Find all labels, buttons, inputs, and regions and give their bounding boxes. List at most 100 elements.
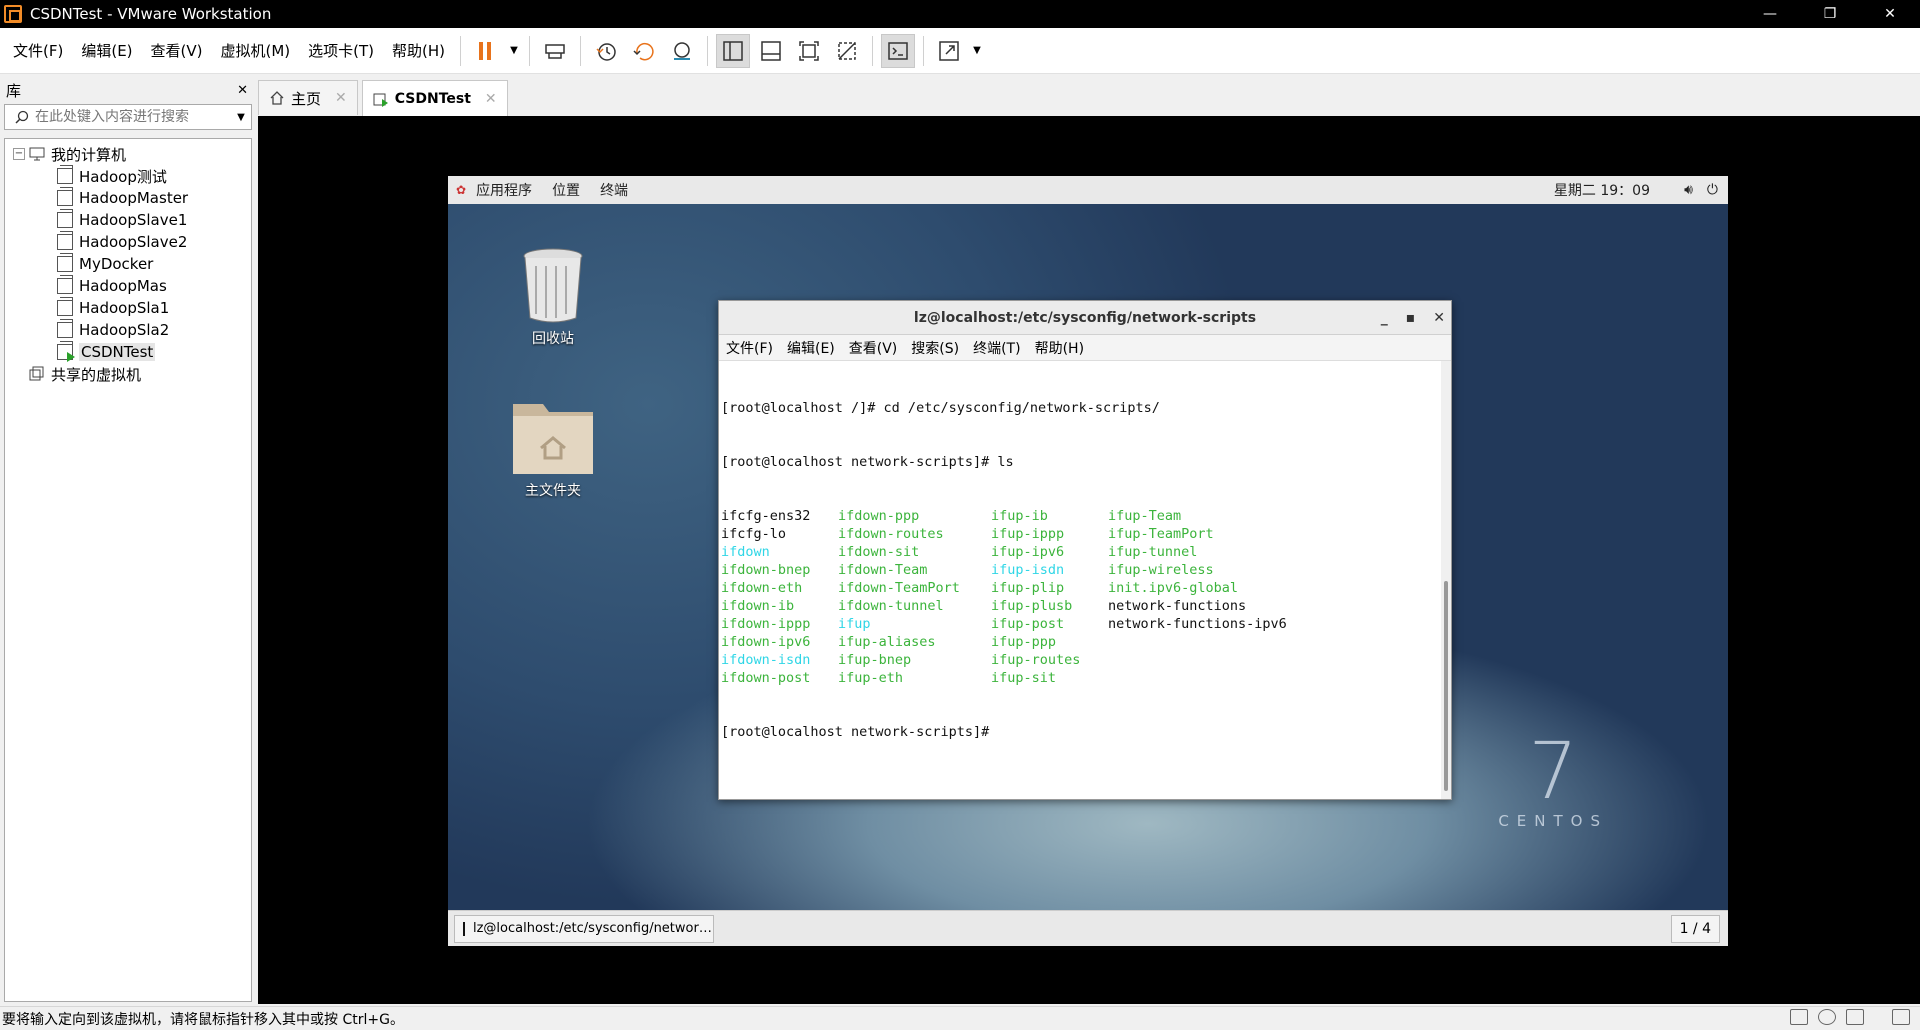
- volume-icon[interactable]: 🔊︎: [1684, 182, 1693, 198]
- snapshot-button[interactable]: [589, 34, 623, 68]
- terminal-icon: [463, 921, 465, 936]
- vm-icon: [57, 319, 73, 338]
- terminal-window[interactable]: lz@localhost:/etc/sysconfig/network-scri…: [718, 300, 1452, 800]
- power-icon[interactable]: ⏻: [1707, 182, 1718, 198]
- terminal-menu-item[interactable]: 搜索(S): [904, 338, 966, 358]
- menu-item[interactable]: 文件(F): [4, 28, 72, 74]
- library-search-input[interactable]: [35, 109, 231, 125]
- unity-button[interactable]: [830, 34, 864, 68]
- toolbar-separator: [580, 35, 582, 66]
- tree-node-vm[interactable]: HadoopSla2: [5, 319, 251, 341]
- ls-entry: ifup-ppp: [991, 634, 1057, 650]
- tree-node-vm[interactable]: HadoopSla1: [5, 297, 251, 319]
- terminal-maximize-button[interactable]: ▪: [1406, 310, 1416, 326]
- chevron-down-icon[interactable]: ▼: [231, 112, 251, 123]
- close-button[interactable]: ✕: [1860, 0, 1920, 28]
- terminal-titlebar[interactable]: lz@localhost:/etc/sysconfig/network-scri…: [719, 301, 1451, 335]
- stretch-button[interactable]: [932, 34, 966, 68]
- tree-node-vm[interactable]: HadoopSlave2: [5, 231, 251, 253]
- collapse-icon[interactable]: −: [13, 148, 25, 160]
- show-library-button[interactable]: [716, 33, 751, 68]
- vm-console[interactable]: ✿ 应用程序 位置 终端 星期二 19：09 🔊︎ ⏻ 回收站 主文件夹 7 C…: [258, 116, 1920, 1004]
- tab-close-icon[interactable]: ✕: [485, 91, 497, 107]
- pause-dropdown[interactable]: ▼: [507, 34, 521, 68]
- ls-output-row: ifcfg-ens32 ifdown-ppp ifup-ib ifup-Team: [721, 507, 1439, 525]
- gnome-clock[interactable]: 星期二 19：09: [1554, 180, 1650, 200]
- menu-item[interactable]: 帮助(H): [383, 28, 454, 74]
- scrollbar-thumb[interactable]: [1444, 581, 1448, 791]
- menu-item[interactable]: 编辑(E): [72, 28, 141, 74]
- gnome-menu-places[interactable]: 位置: [542, 180, 590, 200]
- terminal-scrollbar[interactable]: [1441, 361, 1451, 799]
- full-screen-button[interactable]: [792, 34, 826, 68]
- ls-entry: ifup-plusb: [991, 598, 1073, 614]
- terminal-menu-item[interactable]: 帮助(H): [1028, 338, 1091, 358]
- cd-dvd-icon[interactable]: [1818, 1009, 1836, 1025]
- console-view-button[interactable]: [881, 33, 916, 68]
- menu-item[interactable]: 查看(V): [142, 28, 212, 74]
- thumbnail-bar-button[interactable]: [754, 34, 788, 68]
- ls-entry: ifdown-isdn: [721, 652, 811, 668]
- terminal-menu-item[interactable]: 查看(V): [842, 338, 905, 358]
- pause-button[interactable]: [469, 34, 503, 68]
- shared-vm-icon: [29, 366, 45, 382]
- menu-item[interactable]: 虚拟机(M): [212, 28, 300, 74]
- desktop-icon-label: 主文件夹: [525, 483, 581, 499]
- minimize-button[interactable]: —: [1740, 0, 1800, 28]
- stretch-dropdown[interactable]: ▼: [970, 34, 984, 68]
- terminal-output[interactable]: [root@localhost /]# cd /etc/sysconfig/ne…: [719, 361, 1441, 799]
- tree-node-shared-vms[interactable]: 共享的虚拟机: [5, 363, 251, 385]
- taskbar-terminal-item[interactable]: lz@localhost:/etc/sysconfig/networ…: [454, 914, 714, 943]
- workspace-pager[interactable]: 1 / 4: [1670, 914, 1720, 943]
- terminal-menu-item[interactable]: 编辑(E): [780, 338, 842, 358]
- tree-node-vm[interactable]: MyDocker: [5, 253, 251, 275]
- tree-node-vm[interactable]: HadoopMas: [5, 275, 251, 297]
- desktop-home-folder[interactable]: 主文件夹: [498, 396, 608, 500]
- tree-node-vm[interactable]: CSDNTest: [5, 341, 251, 363]
- send-ctrl-alt-del-button[interactable]: [538, 34, 572, 68]
- terminal-prompt: [root@localhost network-scripts]#: [721, 724, 998, 740]
- network-adapter-icon[interactable]: [1846, 1009, 1864, 1025]
- snapshot-manager-button[interactable]: [665, 34, 699, 68]
- message-log-icon[interactable]: [1892, 1009, 1910, 1025]
- library-close-button[interactable]: ✕: [237, 83, 248, 98]
- ls-entry: ifdown-TeamPort: [838, 580, 960, 596]
- guest-desktop[interactable]: 回收站 主文件夹 7 CENTOS lz@localhost:/etc/sysc…: [448, 204, 1728, 910]
- ls-entry: ifup-aliases: [838, 634, 936, 650]
- ls-entry: ifup-tunnel: [1108, 544, 1198, 560]
- gnome-menu-applications[interactable]: 应用程序: [466, 180, 542, 200]
- home-folder-icon: [513, 404, 593, 474]
- desktop-trash[interactable]: 回收站: [498, 246, 608, 348]
- toolbar-separator: [923, 35, 925, 66]
- toolbar-separator: [872, 35, 874, 66]
- restore-button[interactable]: ❐: [1800, 0, 1860, 28]
- title-bar: CSDNTest - VMware Workstation — ❐ ✕: [0, 0, 1920, 28]
- search-icon: [15, 110, 29, 124]
- terminal-close-button[interactable]: ✕: [1433, 310, 1445, 326]
- status-message: 要将输入定向到该虚拟机，请将鼠标指针移入其中或按 Ctrl+G。: [2, 1011, 404, 1028]
- tree-node-vm[interactable]: HadoopSlave1: [5, 209, 251, 231]
- guest-screen[interactable]: ✿ 应用程序 位置 终端 星期二 19：09 🔊︎ ⏻ 回收站 主文件夹 7 C…: [448, 176, 1728, 946]
- tree-node-vm[interactable]: HadoopMaster: [5, 187, 251, 209]
- gnome-top-bar: ✿ 应用程序 位置 终端 星期二 19：09 🔊︎ ⏻: [448, 176, 1728, 204]
- terminal-minimize-button[interactable]: _: [1381, 310, 1388, 326]
- ls-entry: ifup-isdn: [991, 562, 1065, 578]
- tab-home[interactable]: 主页 ✕: [258, 80, 358, 115]
- tab-csdntest[interactable]: CSDNTest ✕: [361, 80, 508, 116]
- vm-icon: [57, 165, 73, 184]
- tree-node-label: HadoopSlave2: [79, 233, 188, 251]
- ls-entry: ifdown-eth: [721, 580, 803, 596]
- tree-node-my-computer[interactable]: − 我的计算机: [5, 143, 251, 165]
- terminal-menu-item[interactable]: 终端(T): [966, 338, 1027, 358]
- ls-entry: ifup: [838, 616, 871, 632]
- vm-icon: [57, 231, 73, 250]
- tab-close-icon[interactable]: ✕: [335, 90, 347, 106]
- menu-item[interactable]: 选项卡(T): [299, 28, 383, 74]
- terminal-menu-item[interactable]: 文件(F): [719, 338, 780, 358]
- gnome-menu-terminal[interactable]: 终端: [590, 180, 638, 200]
- ls-entry: ifdown-ppp: [838, 508, 920, 524]
- hard-disk-icon[interactable]: [1790, 1009, 1808, 1025]
- revert-snapshot-button[interactable]: [627, 34, 661, 68]
- tree-node-vm[interactable]: Hadoop测试: [5, 165, 251, 187]
- tree-node-label: CSDNTest: [79, 343, 156, 361]
